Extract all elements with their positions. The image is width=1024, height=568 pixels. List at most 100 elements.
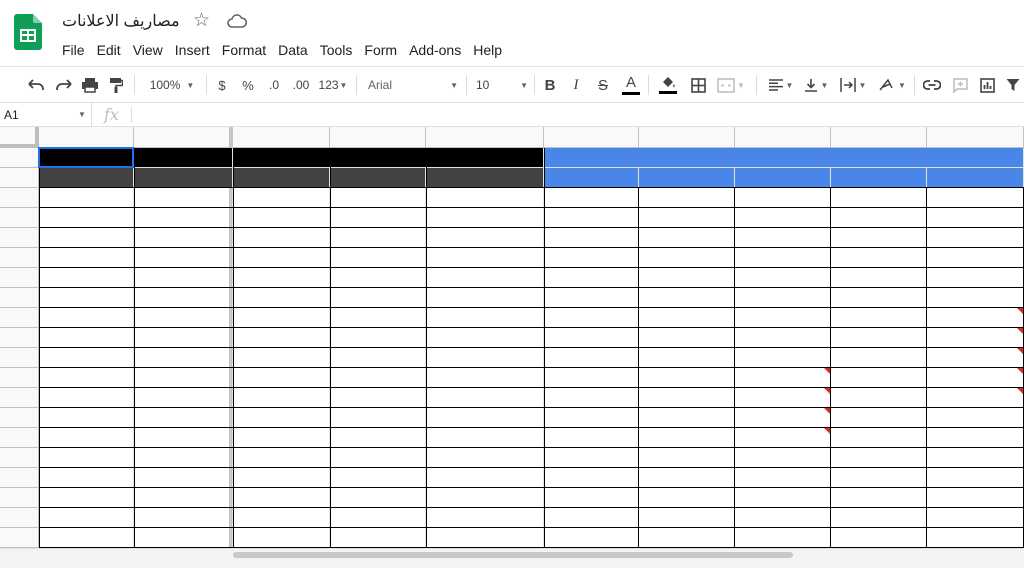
- cell-spending[interactable]: [544, 368, 639, 388]
- row-header-6[interactable]: [0, 248, 39, 268]
- cell-purchases-value[interactable]: [831, 408, 927, 428]
- row-header-7[interactable]: [0, 268, 39, 288]
- cell-total-purchase[interactable]: [330, 228, 426, 248]
- cell-total-purchase[interactable]: [330, 288, 426, 308]
- column-header-j[interactable]: [927, 127, 1024, 148]
- cell-day[interactable]: [134, 488, 233, 508]
- row-header-20[interactable]: [0, 528, 39, 548]
- cell-roas[interactable]: [927, 248, 1024, 268]
- cell-day[interactable]: [134, 208, 233, 228]
- cell-total-purchases-value[interactable]: [426, 428, 544, 448]
- cell-cpa[interactable]: [735, 248, 831, 268]
- cell-roas[interactable]: [927, 428, 1024, 448]
- cell-total-spent[interactable]: [233, 388, 330, 408]
- cell-purchase[interactable]: [639, 308, 735, 328]
- text-wrapping-icon[interactable]: ▼: [836, 67, 870, 103]
- column-header-d[interactable]: [330, 127, 426, 148]
- cell-purchases-value[interactable]: [831, 508, 927, 528]
- cell-date[interactable]: [39, 388, 134, 408]
- cell-date[interactable]: [39, 408, 134, 428]
- header-spending[interactable]: [544, 168, 639, 188]
- instagram-facebook-header[interactable]: [544, 148, 1024, 168]
- menu-addons[interactable]: Add-ons: [403, 40, 467, 60]
- cell-total-purchases-value[interactable]: [426, 448, 544, 468]
- cell-cpa[interactable]: [735, 448, 831, 468]
- cell-cpa[interactable]: [735, 408, 831, 428]
- header-purchases-value[interactable]: [831, 168, 927, 188]
- cell-roas[interactable]: [927, 288, 1024, 308]
- cell-purchases-value[interactable]: [831, 308, 927, 328]
- cell-roas[interactable]: [927, 448, 1024, 468]
- cell-total-spent[interactable]: [233, 448, 330, 468]
- cell-day[interactable]: [134, 468, 233, 488]
- header-day[interactable]: [134, 168, 233, 188]
- percent-format-button[interactable]: %: [238, 67, 258, 103]
- cell-spending[interactable]: [544, 308, 639, 328]
- cell-purchase[interactable]: [639, 248, 735, 268]
- menu-view[interactable]: View: [127, 40, 169, 60]
- cell-roas[interactable]: [927, 468, 1024, 488]
- cloud-status-icon[interactable]: [227, 13, 247, 29]
- cell-date[interactable]: [39, 488, 134, 508]
- cell-purchases-value[interactable]: [831, 268, 927, 288]
- row-header-2[interactable]: [0, 168, 39, 188]
- cell-cpa[interactable]: [735, 288, 831, 308]
- row-header-18[interactable]: [0, 488, 39, 508]
- cell-total-spent[interactable]: [233, 208, 330, 228]
- cell-total-spent[interactable]: [233, 468, 330, 488]
- cell-day[interactable]: [134, 508, 233, 528]
- cell-total-purchases-value[interactable]: [426, 228, 544, 248]
- row-header-8[interactable]: [0, 288, 39, 308]
- cell-day[interactable]: [134, 368, 233, 388]
- cell-total-purchase[interactable]: [330, 188, 426, 208]
- cell-purchase[interactable]: [639, 188, 735, 208]
- filter-icon[interactable]: [1002, 67, 1024, 103]
- menu-insert[interactable]: Insert: [169, 40, 216, 60]
- cell-total-purchases-value[interactable]: [426, 348, 544, 368]
- cell-spending[interactable]: [544, 408, 639, 428]
- cell-b1[interactable]: [134, 148, 233, 168]
- cell-purchase[interactable]: [639, 348, 735, 368]
- cell-roas[interactable]: [927, 508, 1024, 528]
- cell-spending[interactable]: [544, 388, 639, 408]
- cell-total-purchase[interactable]: [330, 468, 426, 488]
- cell-total-spent[interactable]: [233, 508, 330, 528]
- cell-purchase[interactable]: [639, 288, 735, 308]
- cell-roas[interactable]: [927, 348, 1024, 368]
- cell-purchase[interactable]: [639, 368, 735, 388]
- menu-data[interactable]: Data: [272, 40, 314, 60]
- chevron-down-icon[interactable]: ▼: [78, 103, 86, 127]
- cell-purchase[interactable]: [639, 428, 735, 448]
- cell-total-purchases-value[interactable]: [426, 308, 544, 328]
- cell-purchases-value[interactable]: [831, 348, 927, 368]
- cell-total-spent[interactable]: [233, 248, 330, 268]
- horizontal-scrollbar[interactable]: [233, 552, 793, 558]
- cell-purchase[interactable]: [639, 328, 735, 348]
- cell-spending[interactable]: [544, 348, 639, 368]
- star-icon[interactable]: ☆: [193, 11, 210, 30]
- cell-date[interactable]: [39, 308, 134, 328]
- cell-total-spent[interactable]: [233, 368, 330, 388]
- cell-purchase[interactable]: [639, 468, 735, 488]
- cell-total-purchase[interactable]: [330, 408, 426, 428]
- column-header-b[interactable]: [134, 127, 233, 148]
- cell-spending[interactable]: [544, 328, 639, 348]
- row-header-17[interactable]: [0, 468, 39, 488]
- cell-cpa[interactable]: [735, 428, 831, 448]
- cell-total-purchase[interactable]: [330, 308, 426, 328]
- cell-day[interactable]: [134, 268, 233, 288]
- cell-a1[interactable]: [39, 148, 134, 168]
- header-purchase[interactable]: [639, 168, 735, 188]
- cell-purchase[interactable]: [639, 408, 735, 428]
- header-cpa[interactable]: [735, 168, 831, 188]
- cell-roas[interactable]: [927, 408, 1024, 428]
- cell-date[interactable]: [39, 528, 134, 548]
- cell-purchase[interactable]: [639, 268, 735, 288]
- cell-spending[interactable]: [544, 528, 639, 548]
- fill-color-icon[interactable]: [656, 67, 680, 103]
- cell-spending[interactable]: [544, 208, 639, 228]
- vertical-align-icon[interactable]: ▼: [800, 67, 832, 103]
- cell-total-purchases-value[interactable]: [426, 368, 544, 388]
- menu-edit[interactable]: Edit: [91, 40, 127, 60]
- cell-purchase[interactable]: [639, 228, 735, 248]
